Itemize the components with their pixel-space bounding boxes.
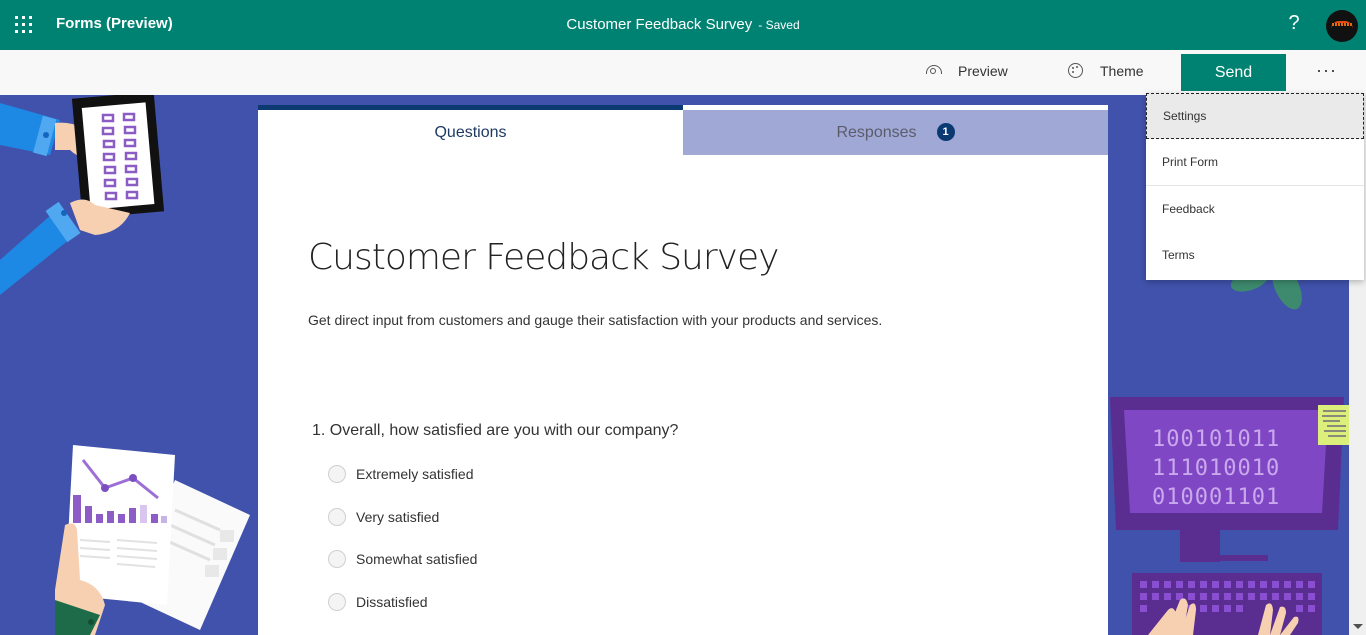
tab-responses-label: Responses [836,124,917,141]
palette-icon [1066,63,1086,79]
responses-count-badge: 1 [936,123,955,141]
tablet-illustration [0,95,165,295]
report-illustration [55,445,250,635]
form-description[interactable]: Get direct input from customers and gaug… [308,312,882,328]
choice-option[interactable]: Somewhat satisfied [328,550,477,568]
more-options-menu: Settings Print Form Feedback Terms [1146,93,1364,280]
binary-code-display: 100101011 111010010 010001101 [1152,425,1280,512]
choice-label: Very satisfied [356,509,440,525]
send-button[interactable]: Send [1181,54,1286,91]
radio-button[interactable] [328,550,346,568]
theme-label: Theme [1100,63,1144,79]
user-avatar[interactable] [1326,10,1358,42]
theme-button[interactable]: Theme [1066,63,1144,79]
command-bar [0,50,1366,95]
menu-item-print-form[interactable]: Print Form [1146,139,1364,185]
choice-label: Dissatisfied [356,594,428,610]
radio-button[interactable] [328,465,346,483]
menu-item-terms[interactable]: Terms [1146,232,1364,278]
choice-option[interactable]: Dissatisfied [328,593,428,611]
menu-item-feedback[interactable]: Feedback [1146,186,1364,232]
form-title[interactable]: Customer Feedback Survey [308,237,779,278]
scroll-down-arrow-icon[interactable] [1353,624,1363,629]
form-card: Questions Responses 1 Customer Feedback S… [258,105,1108,635]
help-icon[interactable]: ? [1285,12,1303,35]
tab-questions[interactable]: Questions [258,105,683,155]
binary-line: 111010010 [1152,456,1281,481]
preview-label: Preview [958,63,1008,79]
choice-option[interactable]: Very satisfied [328,508,439,526]
preview-button[interactable]: Preview [924,63,1008,79]
radio-button[interactable] [328,508,346,526]
radio-button[interactable] [328,593,346,611]
eye-icon [924,63,944,79]
tab-responses[interactable]: Responses 1 [683,110,1108,155]
document-title: Customer Feedback Survey - Saved [0,16,1366,33]
document-title-text: Customer Feedback Survey [566,16,753,33]
choice-option[interactable]: Extremely satisfied [328,465,473,483]
question-text: Overall, how satisfied are you with our … [329,422,679,439]
binary-line: 010001101 [1152,485,1281,510]
more-options-button[interactable]: ··· [1316,60,1337,81]
binary-line: 100101011 [1152,427,1281,452]
choice-label: Somewhat satisfied [356,551,478,567]
save-status: - Saved [758,18,800,32]
choice-label: Extremely satisfied [356,466,474,482]
app-header: Forms (Preview) Customer Feedback Survey… [0,0,1366,50]
question-number: 1. [312,422,326,439]
menu-item-settings[interactable]: Settings [1146,93,1364,139]
question-title[interactable]: 1. Overall, how satisfied are you with o… [312,422,678,440]
tab-questions-label: Questions [434,124,507,141]
avatar-logo-text-icon [1332,23,1352,26]
